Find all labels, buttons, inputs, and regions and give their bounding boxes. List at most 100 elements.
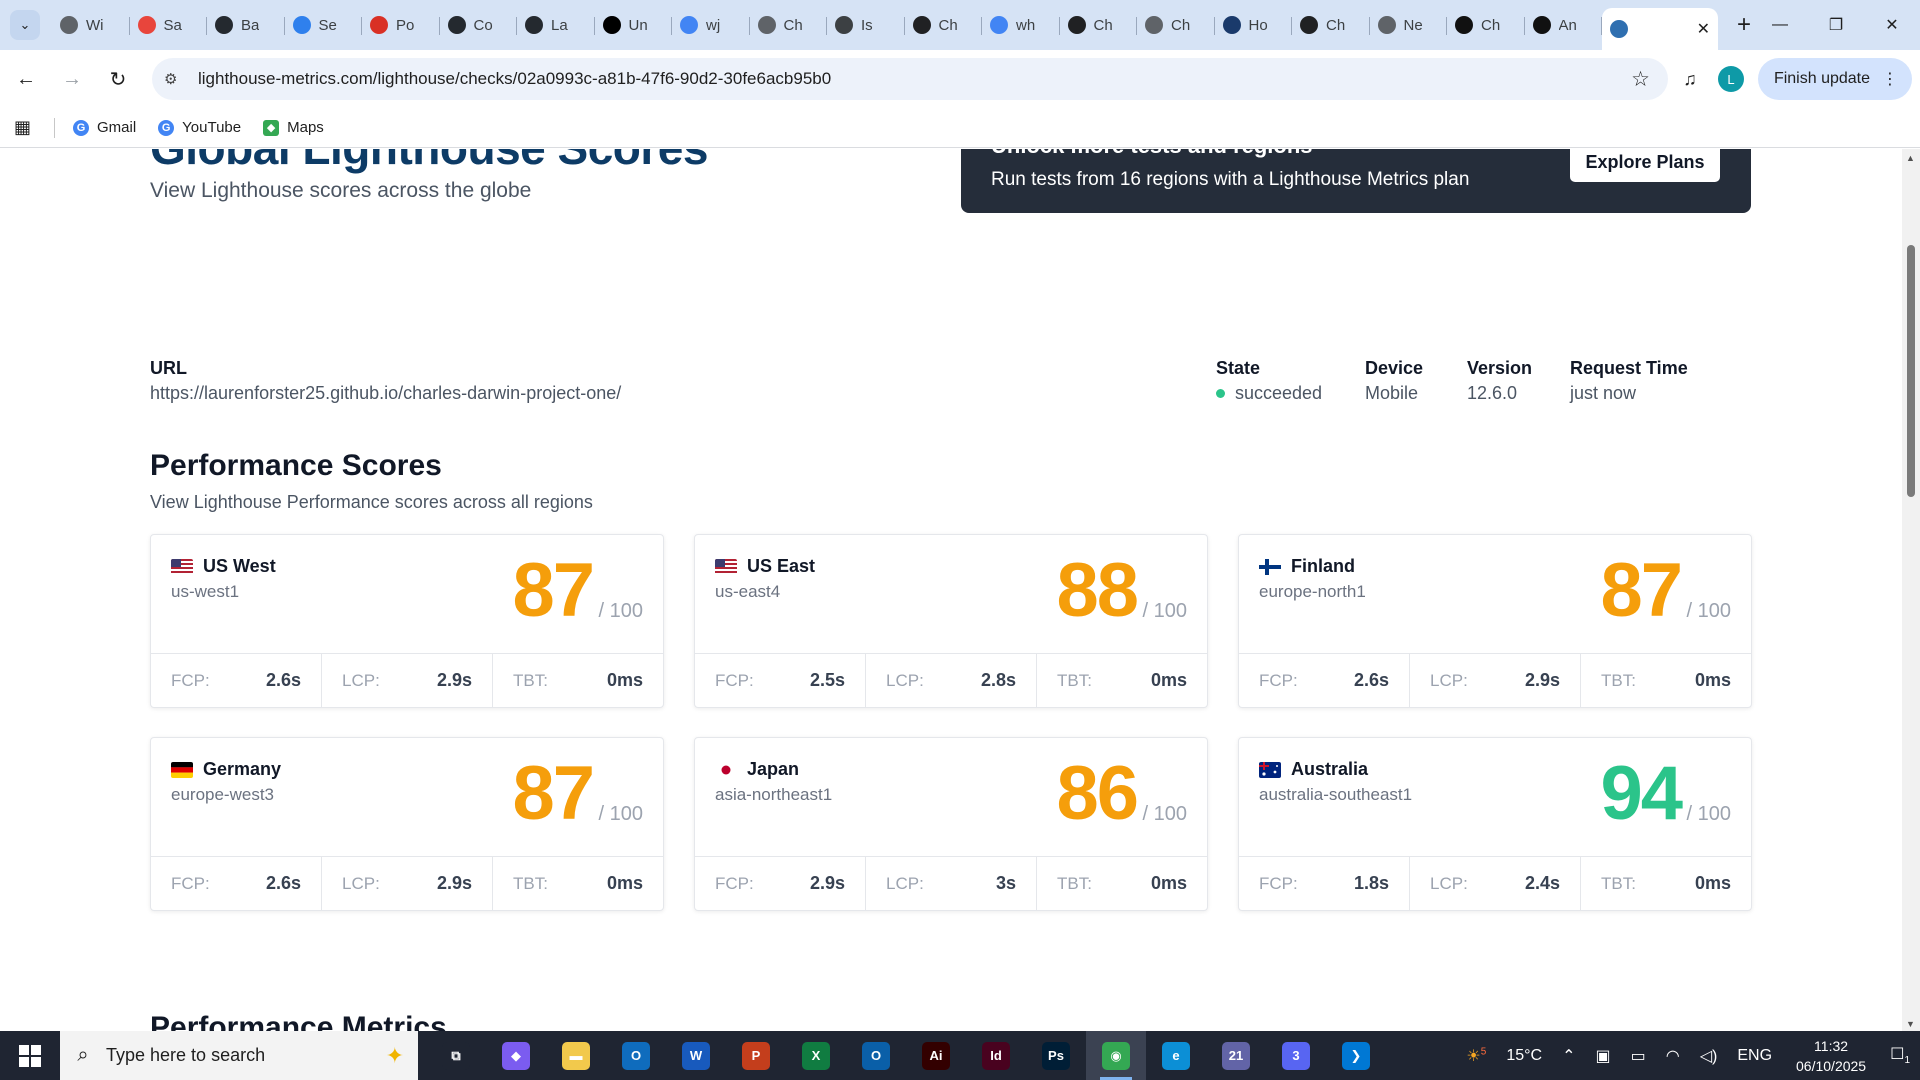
wifi-icon[interactable]: ◠: [1656, 1046, 1690, 1066]
fcp-value: 2.5s: [809, 670, 845, 690]
browser-tab[interactable]: Ch: [1060, 0, 1138, 50]
taskbar-app[interactable]: Ps: [1026, 1031, 1086, 1080]
taskbar-app[interactable]: 21: [1206, 1031, 1266, 1080]
taskbar-search[interactable]: ⌕ Type here to search ✦: [60, 1031, 418, 1080]
back-button[interactable]: ←: [6, 59, 46, 99]
apps-grid-icon[interactable]: ▦: [14, 117, 36, 138]
lcp-label: LCP:: [1430, 873, 1468, 893]
browser-tab[interactable]: Po: [362, 0, 440, 50]
region-card[interactable]: Finland europe-north1 87/ 100 FCP: 2.6s LCP: 2…: [1238, 534, 1752, 708]
scroll-down-icon[interactable]: ▼: [1906, 1019, 1915, 1029]
taskbar-app[interactable]: O: [846, 1031, 906, 1080]
browser-tab[interactable]: Wi: [52, 0, 130, 50]
battery-icon[interactable]: ▭: [1621, 1046, 1656, 1066]
scroll-up-icon[interactable]: ▲: [1906, 153, 1915, 163]
region-card[interactable]: US West us-west1 87/ 100 FCP: 2.6s LCP: 2.9s TB…: [150, 534, 664, 708]
browser-tab[interactable]: Ch: [1447, 0, 1525, 50]
browser-tab-active[interactable]: ✕: [1602, 8, 1718, 50]
metric-row: FCP: 2.6s LCP: 2.9s TBT: 0ms: [151, 653, 663, 707]
taskbar-app[interactable]: Ai: [906, 1031, 966, 1080]
weather-icon[interactable]: ☀5: [1456, 1046, 1496, 1066]
profile-avatar[interactable]: L: [1717, 66, 1744, 92]
device-value: Mobile: [1365, 383, 1419, 403]
address-url[interactable]: lighthouse-metrics.com/lighthouse/checks…: [198, 69, 831, 89]
powerpoint-icon: P: [742, 1041, 770, 1070]
taskbar-app[interactable]: Id: [966, 1031, 1026, 1080]
browser-tab[interactable]: Un: [595, 0, 673, 50]
minimize-button[interactable]: —: [1752, 0, 1808, 50]
bookmark-maps[interactable]: ◆ Maps: [263, 119, 324, 136]
media-control-icon[interactable]: ♫: [1670, 69, 1710, 90]
taskbar-app[interactable]: ◆: [486, 1031, 546, 1080]
state-value: succeeded: [1216, 383, 1322, 404]
notifications-icon[interactable]: ☐1: [1880, 1044, 1920, 1066]
grid-icon: [292, 16, 311, 34]
github-icon: [447, 16, 466, 34]
close-window-button[interactable]: ✕: [1864, 0, 1920, 50]
browser-tab[interactable]: Ch: [1292, 0, 1370, 50]
browser-tab[interactable]: Ne: [1370, 0, 1448, 50]
edge-icon: e: [1162, 1041, 1190, 1070]
temperature[interactable]: 15°C: [1496, 1047, 1552, 1065]
windows-taskbar: ⌕ Type here to search ✦ ⧉ ◆ ▬ O W P X O Ai Id Ps ◉ e…: [0, 1031, 1920, 1080]
browser-tab[interactable]: Is: [827, 0, 905, 50]
taskbar-app[interactable]: W: [666, 1031, 726, 1080]
restore-icon: ❐: [1828, 17, 1844, 34]
browser-tab[interactable]: La: [517, 0, 595, 50]
region-card[interactable]: Germany europe-west3 87/ 100 FCP: 2.6s LCP: 2.…: [150, 737, 664, 911]
taskbar-app[interactable]: ❯: [1326, 1031, 1386, 1080]
browser-tab[interactable]: Sa: [130, 0, 208, 50]
bookmark-youtube[interactable]: G YouTube: [158, 119, 241, 136]
language-indicator[interactable]: ENG: [1727, 1047, 1782, 1065]
close-tab-icon[interactable]: ✕: [1697, 19, 1710, 39]
browser-tab[interactable]: An: [1525, 0, 1603, 50]
openai-icon: [1067, 16, 1086, 34]
restore-button[interactable]: ❐: [1808, 0, 1864, 50]
tab-search-button[interactable]: ⌄: [10, 10, 40, 40]
explore-plans-button[interactable]: Explore Plans: [1570, 149, 1720, 182]
browser-tab[interactable]: Ba: [207, 0, 285, 50]
taskbar-app[interactable]: ◉: [1086, 1031, 1146, 1080]
start-button[interactable]: [0, 1031, 60, 1080]
finish-update-button[interactable]: Finish update ⋮: [1757, 58, 1912, 100]
address-bar[interactable]: ⚙ lighthouse-metrics.com/lighthouse/chec…: [152, 58, 1668, 100]
scrollbar-thumb[interactable]: [1907, 245, 1915, 497]
browser-tab[interactable]: wj: [672, 0, 750, 50]
browser-tab[interactable]: Ch: [750, 0, 828, 50]
taskbar-app[interactable]: P: [726, 1031, 786, 1080]
browser-tab[interactable]: Ch: [905, 0, 983, 50]
browser-tab[interactable]: Co: [440, 0, 518, 50]
region-card[interactable]: Japan asia-northeast1 86/ 100 FCP: 2.9s LCP: 3…: [694, 737, 1208, 911]
taskbar-app[interactable]: O: [606, 1031, 666, 1080]
bookmark-gmail[interactable]: G Gmail: [73, 119, 136, 136]
tbt-metric: TBT: 0ms: [493, 654, 663, 707]
region-card[interactable]: US East us-east4 88/ 100 FCP: 2.5s LCP: 2.8s TB…: [694, 534, 1208, 708]
volume-icon[interactable]: ◁): [1690, 1046, 1728, 1066]
clock[interactable]: 11:32 06/10/2025: [1782, 1036, 1880, 1076]
browser-tab[interactable]: Ch: [1137, 0, 1215, 50]
taskbar-app[interactable]: X: [786, 1031, 846, 1080]
taskbar-app[interactable]: e: [1146, 1031, 1206, 1080]
browser-tab[interactable]: Ho: [1215, 0, 1293, 50]
url-value: https://laurenforster25.github.io/charle…: [150, 383, 622, 403]
browser-tab[interactable]: wh: [982, 0, 1060, 50]
browser-tab[interactable]: Se: [285, 0, 363, 50]
page-scrollbar[interactable]: ▲ ▼: [1902, 149, 1920, 1031]
tbt-value: 0ms: [606, 873, 643, 893]
tbt-value: 0ms: [1150, 873, 1187, 893]
taskbar-app[interactable]: 3: [1266, 1031, 1326, 1080]
tbt-label: TBT:: [1057, 873, 1092, 893]
lcp-value: 3s: [995, 873, 1016, 893]
lcp-metric: LCP: 2.9s: [1410, 654, 1581, 707]
region-card[interactable]: Australia australia-southeast1 94/ 100 FCP:…: [1238, 737, 1752, 911]
forward-button[interactable]: →: [52, 59, 92, 99]
site-info-icon[interactable]: ⚙: [164, 70, 194, 88]
taskbar-app[interactable]: ⧉: [426, 1031, 486, 1080]
meet-now-icon[interactable]: ▣: [1585, 1046, 1620, 1066]
taskbar-app[interactable]: ▬: [546, 1031, 606, 1080]
performance-score: 87: [1600, 548, 1683, 633]
show-hidden-icons-icon[interactable]: ⌃: [1552, 1046, 1585, 1066]
region-name: Germany: [203, 759, 282, 779]
bookmark-star-icon[interactable]: ☆: [1631, 67, 1650, 92]
reload-button[interactable]: ↻: [98, 59, 138, 99]
